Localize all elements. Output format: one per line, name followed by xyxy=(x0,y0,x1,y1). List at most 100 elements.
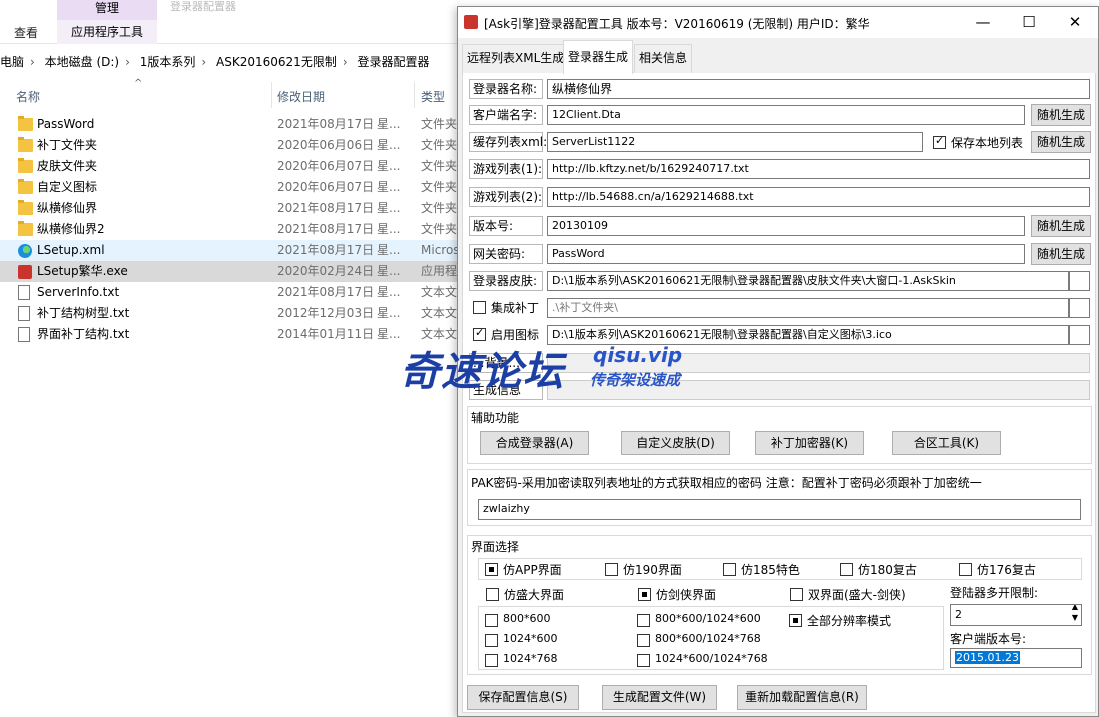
breadcrumb-item[interactable]: 电脑 xyxy=(0,55,24,69)
column-header-date[interactable]: 修改日期 xyxy=(277,88,325,105)
random-client-name-button[interactable]: 随机生成 xyxy=(1031,104,1091,126)
close-button[interactable]: ✕ xyxy=(1052,7,1098,38)
res-1024x600-1024x768-radio[interactable] xyxy=(637,654,650,667)
ui-176-radio[interactable] xyxy=(959,563,972,576)
aux-functions-group: 辅助功能 合成登录器(A) 自定义皮肤(D) 补丁加密器(K) 合区工具(K) xyxy=(467,406,1092,464)
background-field[interactable] xyxy=(547,353,1090,373)
tab-about[interactable]: 相关信息 xyxy=(634,44,693,73)
folder-icon xyxy=(18,158,33,173)
client-name-field[interactable]: 12Client.Dta xyxy=(547,105,1025,125)
cache-list-field[interactable]: ServerList1122 xyxy=(547,132,923,152)
patch-browse-button[interactable] xyxy=(1069,298,1090,318)
file-row[interactable]: LSetup繁华.exe 2020年02月24日 星... 应用程 xyxy=(0,261,460,282)
file-date: 2020年06月06日 xyxy=(277,138,375,152)
tab-login-generate[interactable]: 登录器生成 xyxy=(563,40,634,74)
random-gateway-password-button[interactable]: 随机生成 xyxy=(1031,243,1091,265)
enable-icon-checkbox[interactable] xyxy=(473,326,486,341)
ui-jianxia-radio[interactable] xyxy=(638,588,651,601)
file-date: 2020年06月07日 xyxy=(277,180,375,194)
custom-skin-button[interactable]: 自定义皮肤(D) xyxy=(621,431,730,455)
column-divider[interactable] xyxy=(414,82,415,108)
file-row[interactable]: PassWord 2021年08月17日 星... 文件夹 xyxy=(0,114,460,135)
version-field[interactable]: 20130109 xyxy=(547,216,1025,236)
file-name: 补丁结构树型.txt xyxy=(37,306,130,320)
res-800x600-radio[interactable] xyxy=(485,614,498,627)
file-row[interactable]: 纵横修仙界 2021年08月17日 星... 文件夹 xyxy=(0,198,460,219)
file-name: 界面补丁结构.txt xyxy=(37,327,130,341)
res-800-1024x600-radio[interactable] xyxy=(637,614,650,627)
ui-185-radio[interactable] xyxy=(723,563,736,576)
file-weekday: 星... xyxy=(377,138,401,152)
icon-browse-button[interactable] xyxy=(1069,325,1090,345)
breadcrumb-item[interactable]: 1版本系列 xyxy=(140,55,196,69)
breadcrumb-item[interactable]: 登录器配置器 xyxy=(357,55,429,69)
file-type: Micros xyxy=(421,243,460,257)
file-row[interactable]: 皮肤文件夹 2020年06月07日 星... 文件夹 xyxy=(0,156,460,177)
maximize-button[interactable]: ☐ xyxy=(1006,7,1052,38)
aux-functions-title: 辅助功能 xyxy=(471,411,520,425)
ui-190-radio[interactable] xyxy=(605,563,618,576)
client-version-field[interactable]: 2015.01.23 xyxy=(950,648,1082,668)
file-type: 文本文 xyxy=(421,285,458,299)
patch-path-field[interactable]: .\补丁文件夹\ xyxy=(547,298,1069,318)
breadcrumb-item[interactable]: 本地磁盘 (D:) xyxy=(45,55,119,69)
multi-open-limit-spinner[interactable]: 2 ▲ ▼ xyxy=(950,604,1082,626)
minimize-button[interactable]: — xyxy=(960,7,1006,38)
pak-password-field[interactable]: zwlaizhy xyxy=(478,499,1081,520)
breadcrumb[interactable]: 电脑 › 本地磁盘 (D:) › 1版本系列 › ASK20160621无限制 › 登录… xyxy=(0,50,460,74)
folder-icon xyxy=(18,200,33,215)
column-header-type[interactable]: 类型 xyxy=(421,88,445,105)
file-row[interactable]: 自定义图标 2020年06月07日 星... 文件夹 xyxy=(0,177,460,198)
column-divider[interactable] xyxy=(271,82,272,108)
text-file-icon xyxy=(18,327,30,342)
file-type: 文件夹 xyxy=(421,159,458,173)
ui-app-radio[interactable] xyxy=(485,563,498,576)
icon-path-field[interactable]: D:\1版本系列\ASK20160621无限制\登录器配置器\自定义图标\3.i… xyxy=(547,325,1069,345)
file-row[interactable]: LSetup.xml 2021年08月17日 星... Micros xyxy=(0,240,460,261)
ui-shanda-radio[interactable] xyxy=(486,588,499,601)
client-version-label: 客户端版本号: xyxy=(950,632,1027,646)
generate-config-button[interactable]: 生成配置文件(W) xyxy=(602,685,717,710)
spin-down-icon[interactable]: ▼ xyxy=(1072,613,1078,623)
column-header-name[interactable]: 名称 xyxy=(16,88,40,105)
skin-browse-button[interactable] xyxy=(1069,271,1090,291)
file-name: 纵横修仙界2 xyxy=(37,222,105,236)
generate-info-field[interactable] xyxy=(547,380,1090,400)
file-row[interactable]: ServerInfo.txt 2021年08月17日 星... 文本文 xyxy=(0,282,460,303)
game-list1-field[interactable]: http://lb.kftzy.net/b/1629240717.txt xyxy=(547,159,1090,179)
save-config-button[interactable]: 保存配置信息(S) xyxy=(467,685,579,710)
generate-info-label: 生成信息 xyxy=(469,380,543,400)
res-1024x768-radio[interactable] xyxy=(485,654,498,667)
file-row[interactable]: 补丁文件夹 2020年06月06日 星... 文件夹 xyxy=(0,135,460,156)
res-800-1024x600-label: 800*600/1024*600 xyxy=(655,612,761,625)
skin-path-field[interactable]: D:\1版本系列\ASK20160621无限制\登录器配置器\皮肤文件夹\大窗口… xyxy=(547,271,1069,291)
game-list2-field[interactable]: http://lb.54688.cn/a/1629214688.txt xyxy=(547,187,1090,207)
patch-encrypt-button[interactable]: 补丁加密器(K) xyxy=(755,431,864,455)
random-cache-list-button[interactable]: 随机生成 xyxy=(1031,131,1091,153)
spin-up-icon[interactable]: ▲ xyxy=(1072,605,1078,612)
file-row[interactable]: 纵横修仙界2 2021年08月17日 星... 文件夹 xyxy=(0,219,460,240)
ribbon-tab-view[interactable]: 查看 xyxy=(14,24,38,41)
integrate-patch-checkbox[interactable] xyxy=(473,301,486,314)
res-all-radio[interactable] xyxy=(789,614,802,627)
ui-dual-radio[interactable] xyxy=(790,588,803,601)
ribbon-tab-app-tools[interactable]: 应用程序工具 xyxy=(57,20,157,44)
file-row[interactable]: 界面补丁结构.txt 2014年01月11日 星... 文本文 xyxy=(0,324,460,345)
cache-list-label: 缓存列表xml: xyxy=(469,132,547,152)
save-local-list-checkbox[interactable] xyxy=(933,134,946,149)
breadcrumb-item[interactable]: ASK20160621无限制 xyxy=(216,55,337,69)
res-1024x600-radio[interactable] xyxy=(485,634,498,647)
merge-zone-tool-button[interactable]: 合区工具(K) xyxy=(892,431,1001,455)
compose-login-button[interactable]: 合成登录器(A) xyxy=(480,431,589,455)
ui-176-label: 仿176复古 xyxy=(977,563,1036,577)
file-row[interactable]: 补丁结构树型.txt 2012年12月03日 星... 文本文 xyxy=(0,303,460,324)
tab-remote-xml[interactable]: 远程列表XML生成 xyxy=(462,44,570,73)
ribbon-tab-manage[interactable]: 管理 xyxy=(57,0,157,20)
gateway-password-field[interactable]: PassWord xyxy=(547,244,1025,264)
reload-config-button[interactable]: 重新加载配置信息(R) xyxy=(737,685,867,710)
res-800x600-1024x768-radio[interactable] xyxy=(637,634,650,647)
login-name-field[interactable]: 纵横修仙界 xyxy=(547,79,1090,99)
title-bar[interactable]: [Ask引擎]登录器配置工具 版本号：V20160619 (无限制) 用户ID：… xyxy=(458,7,1098,38)
ui-180-radio[interactable] xyxy=(840,563,853,576)
random-version-button[interactable]: 随机生成 xyxy=(1031,215,1091,237)
